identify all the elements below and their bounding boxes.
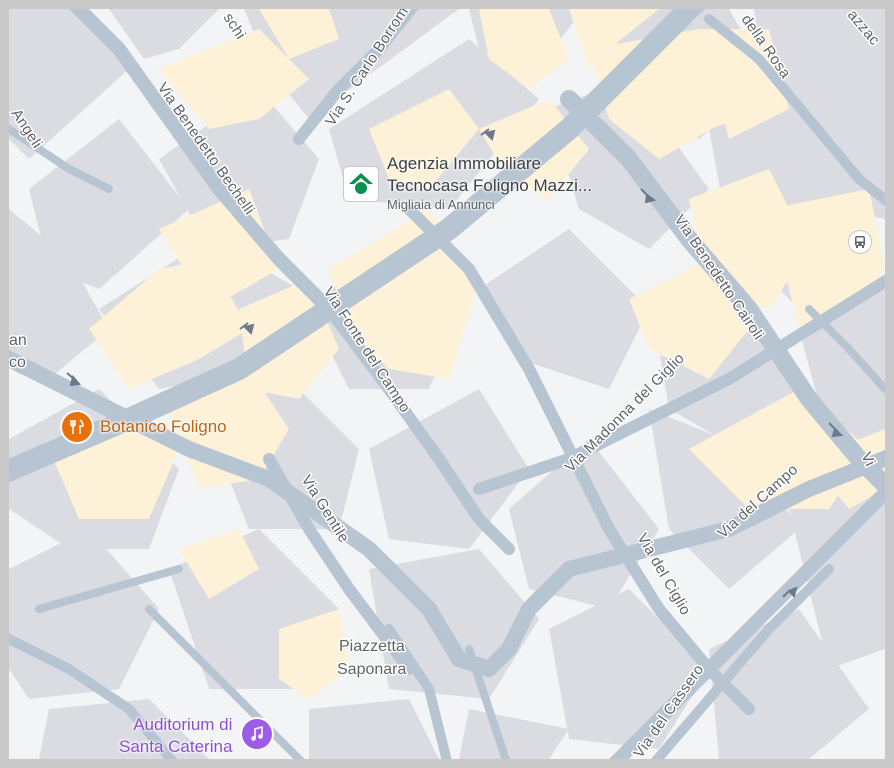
auditorium-name-line2: Santa Caterina (119, 737, 233, 756)
bus-stop-poi[interactable] (849, 231, 871, 253)
restaurant-poi[interactable]: Botanico Foligno (62, 412, 227, 442)
restaurant-name: Botanico Foligno (100, 417, 227, 436)
music-note-icon[interactable] (242, 719, 273, 749)
agency-poi[interactable]: Agenzia Immobiliare Tecnocasa Foligno Ma… (343, 153, 592, 213)
agency-title-line2: Tecnocasa Foligno Mazzi... (387, 176, 593, 195)
auditorium-name-line1: Auditorium di (133, 715, 233, 734)
house-icon[interactable] (343, 166, 379, 202)
auditorium-label: Auditorium di Santa Caterina (119, 714, 232, 758)
place-name-line2: Saponara (337, 661, 406, 678)
map-viewport[interactable]: Via S. Carlo Borromeo Via Benedetto Bech… (9, 9, 885, 759)
auditorium-poi[interactable]: Auditorium di Santa Caterina (119, 714, 273, 758)
agency-label[interactable]: Agenzia Immobiliare Tecnocasa Foligno Ma… (387, 153, 592, 213)
bus-icon[interactable] (849, 231, 871, 253)
map-canvas[interactable]: Via S. Carlo Borromeo Via Benedetto Bech… (9, 9, 885, 759)
edge-label: co (9, 354, 26, 371)
fork-knife-icon[interactable] (62, 412, 92, 442)
place-name-line1: Piazzetta (339, 638, 405, 655)
agency-subtitle: Migliaia di Annunci (387, 197, 495, 212)
edge-label: an (9, 332, 27, 349)
agency-title-line1: Agenzia Immobiliare (387, 154, 542, 173)
